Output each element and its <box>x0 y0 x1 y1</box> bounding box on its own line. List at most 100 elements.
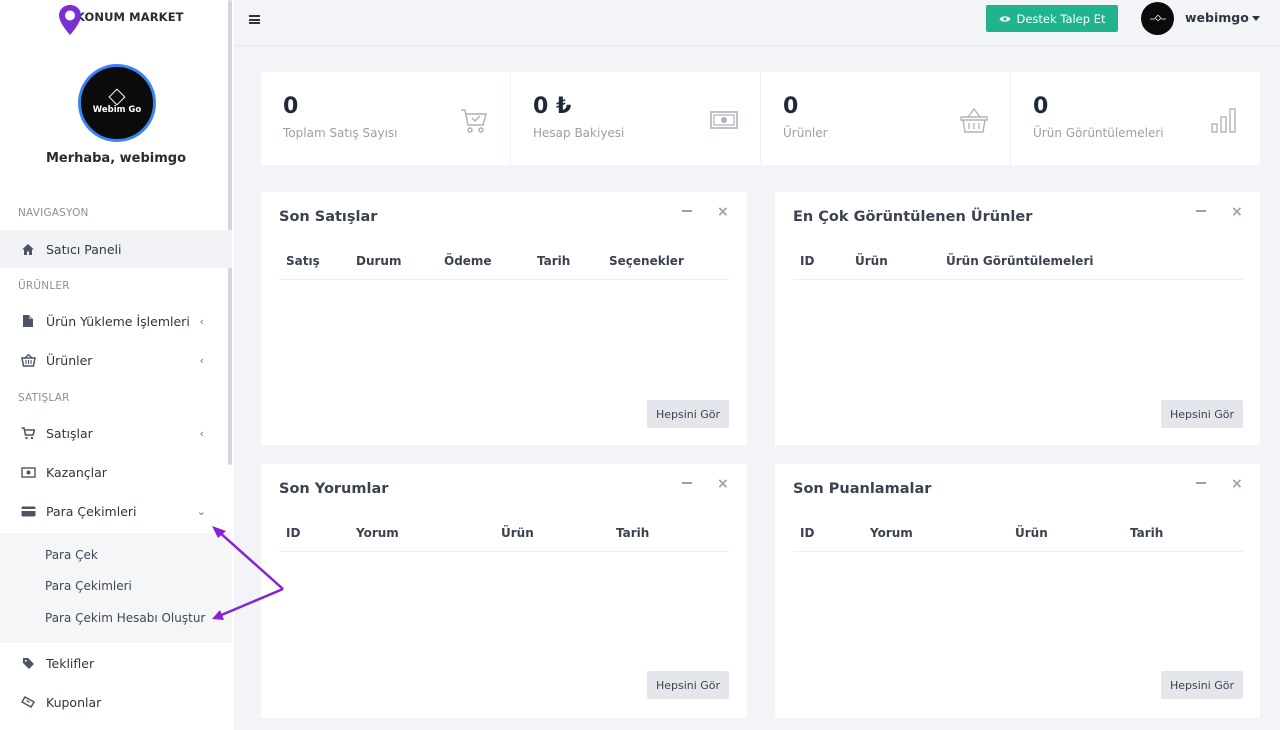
sidebar-item-label: Ürünler <box>46 352 93 368</box>
view-all-button[interactable]: Hepsini Gör <box>1161 671 1243 699</box>
ticket-icon <box>20 694 36 710</box>
section-sales: SATIŞLAR <box>18 392 70 404</box>
submenu-create-payout-account[interactable]: Para Çekim Hesabı Oluştur <box>45 611 205 625</box>
chevron-left-icon: ‹ <box>199 426 204 440</box>
column-header: Ödeme <box>444 254 492 268</box>
section-products: ÜRÜNLER <box>18 280 70 292</box>
table-header: ID Yorum Ürün Tarih <box>279 522 729 552</box>
basket-icon <box>20 352 36 368</box>
sidebar-item-earnings[interactable]: Kazançlar <box>0 453 232 491</box>
chevron-down-icon: ⌄ <box>196 504 206 518</box>
close-icon[interactable]: × <box>1231 476 1243 492</box>
table-header: ID Yorum Ürün Tarih <box>793 522 1243 552</box>
sidebar-item-dashboard[interactable]: Satıcı Paneli <box>0 230 232 268</box>
card-title: Son Puanlamalar <box>793 481 932 497</box>
bar-chart-icon <box>1210 106 1238 134</box>
sidebar-item-label: Kuponlar <box>46 694 102 710</box>
username: webimgo <box>1185 10 1249 25</box>
stat-label: Ürün Görüntülemeleri <box>1033 126 1164 140</box>
column-header: Ürün <box>1015 526 1048 540</box>
cart-icon <box>20 425 36 441</box>
column-header: Ürün Görüntülemeleri <box>946 254 1094 268</box>
tag-icon <box>20 655 36 671</box>
support-ticket-button[interactable]: Destek Talep Et <box>986 5 1118 32</box>
stat-label: Toplam Satış Sayısı <box>283 126 398 140</box>
column-header: Tarih <box>537 254 571 268</box>
minimize-icon[interactable] <box>682 482 692 484</box>
stat-label: Hesap Bakiyesi <box>533 126 625 140</box>
caret-down-icon <box>1251 16 1260 21</box>
column-header: Durum <box>356 254 402 268</box>
chevron-left-icon: ‹ <box>199 314 204 328</box>
stat-balance: 0 ₺ Hesap Bakiyesi <box>511 72 761 165</box>
column-header: ID <box>800 526 815 540</box>
brand-mark-icon <box>108 88 126 106</box>
sidebar-item-label: Satıcı Paneli <box>46 241 122 257</box>
column-header: ID <box>800 254 815 268</box>
card-title: Son Yorumlar <box>279 481 389 497</box>
sidebar-item-sales[interactable]: Satışlar ‹ <box>0 414 232 452</box>
table-header: ID Ürün Ürün Görüntülemeleri <box>793 250 1243 280</box>
profile-avatar[interactable]: Webim Go <box>78 64 156 142</box>
column-header: Tarih <box>1130 526 1164 540</box>
stat-value: 0 <box>783 94 799 119</box>
view-all-button[interactable]: Hepsini Gör <box>1161 400 1243 428</box>
credit-card-icon <box>20 503 36 519</box>
sidebar-item-label: Satışlar <box>46 425 93 441</box>
stat-value: 0 <box>1033 94 1049 119</box>
greeting: Merhaba, webimgo <box>45 151 187 166</box>
user-avatar[interactable] <box>1141 2 1174 35</box>
sidebar-item-coupons[interactable]: Kuponlar <box>0 683 232 721</box>
minimize-icon[interactable] <box>1196 210 1206 212</box>
sidebar-item-products[interactable]: Ürünler ‹ <box>0 341 232 379</box>
topbar: Destek Talep Et webimgo <box>234 0 1280 46</box>
support-button-label: Destek Talep Et <box>1016 11 1106 26</box>
stat-label: Ürünler <box>783 126 828 140</box>
submenu-withdrawals[interactable]: Para Çekimleri <box>45 579 132 593</box>
sidebar-item-label: Ürün Yükleme İşlemleri <box>46 313 190 329</box>
card-title: Son Satışlar <box>279 209 378 225</box>
file-icon <box>20 313 36 329</box>
column-header: Satış <box>286 254 320 268</box>
close-icon[interactable]: × <box>717 476 729 492</box>
sidebar-item-label: Teklifler <box>46 655 95 671</box>
stat-total-sales: 0 Toplam Satış Sayısı <box>261 72 511 165</box>
location-pin-icon <box>58 4 82 36</box>
card-latest-reviews: Son Yorumlar × ID Yorum Ürün Tarih Hepsi… <box>261 464 747 718</box>
minimize-icon[interactable] <box>682 210 692 212</box>
minimize-icon[interactable] <box>1196 482 1206 484</box>
card-title: En Çok Görüntülenen Ürünler <box>793 209 1033 225</box>
sidebar-item-label: Para Çekimleri <box>46 503 137 519</box>
sidebar-item-offers[interactable]: Teklifler <box>0 644 232 682</box>
table-header: Satış Durum Ödeme Tarih Seçenekler <box>279 250 729 280</box>
menu-toggle-icon[interactable] <box>249 15 260 24</box>
logo-text: KONUM MARKET <box>76 10 184 24</box>
basket-icon <box>960 106 988 134</box>
section-navigation: NAVIGASYON <box>18 207 89 219</box>
chevron-left-icon: ‹ <box>199 353 204 367</box>
stats-bar: 0 Toplam Satış Sayısı 0 ₺ Hesap Bakiyesi… <box>261 72 1260 165</box>
view-all-button[interactable]: Hepsini Gör <box>647 671 729 699</box>
avatar-brand-text: Webim Go <box>92 105 142 115</box>
stat-products: 0 Ürünler <box>761 72 1011 165</box>
submenu-withdraw[interactable]: Para Çek <box>45 548 98 562</box>
view-all-button[interactable]: Hepsini Gör <box>647 400 729 428</box>
column-header: ID <box>286 526 301 540</box>
stat-value: 0 <box>283 94 299 119</box>
stat-value: 0 ₺ <box>533 94 572 119</box>
card-latest-sales: Son Satışlar × Satış Durum Ödeme Tarih S… <box>261 192 747 445</box>
sidebar-item-payouts[interactable]: Para Çekimleri ⌄ <box>0 492 232 530</box>
sidebar: KONUM MARKET Webim Go Merhaba, webimgo N… <box>0 0 234 730</box>
column-header: Yorum <box>356 526 399 540</box>
card-most-viewed-products: En Çok Görüntülenen Ürünler × ID Ürün Ür… <box>775 192 1260 445</box>
sidebar-item-upload[interactable]: Ürün Yükleme İşlemleri ‹ <box>0 302 232 340</box>
card-latest-ratings: Son Puanlamalar × ID Yorum Ürün Tarih He… <box>775 464 1260 718</box>
column-header: Ürün <box>855 254 888 268</box>
logo[interactable]: KONUM MARKET <box>58 4 184 36</box>
eye-icon <box>999 12 1011 26</box>
close-icon[interactable]: × <box>717 204 729 220</box>
user-menu[interactable]: webimgo <box>1185 10 1260 25</box>
column-header: Tarih <box>616 526 650 540</box>
close-icon[interactable]: × <box>1231 204 1243 220</box>
stat-product-views: 0 Ürün Görüntülemeleri <box>1011 72 1260 165</box>
